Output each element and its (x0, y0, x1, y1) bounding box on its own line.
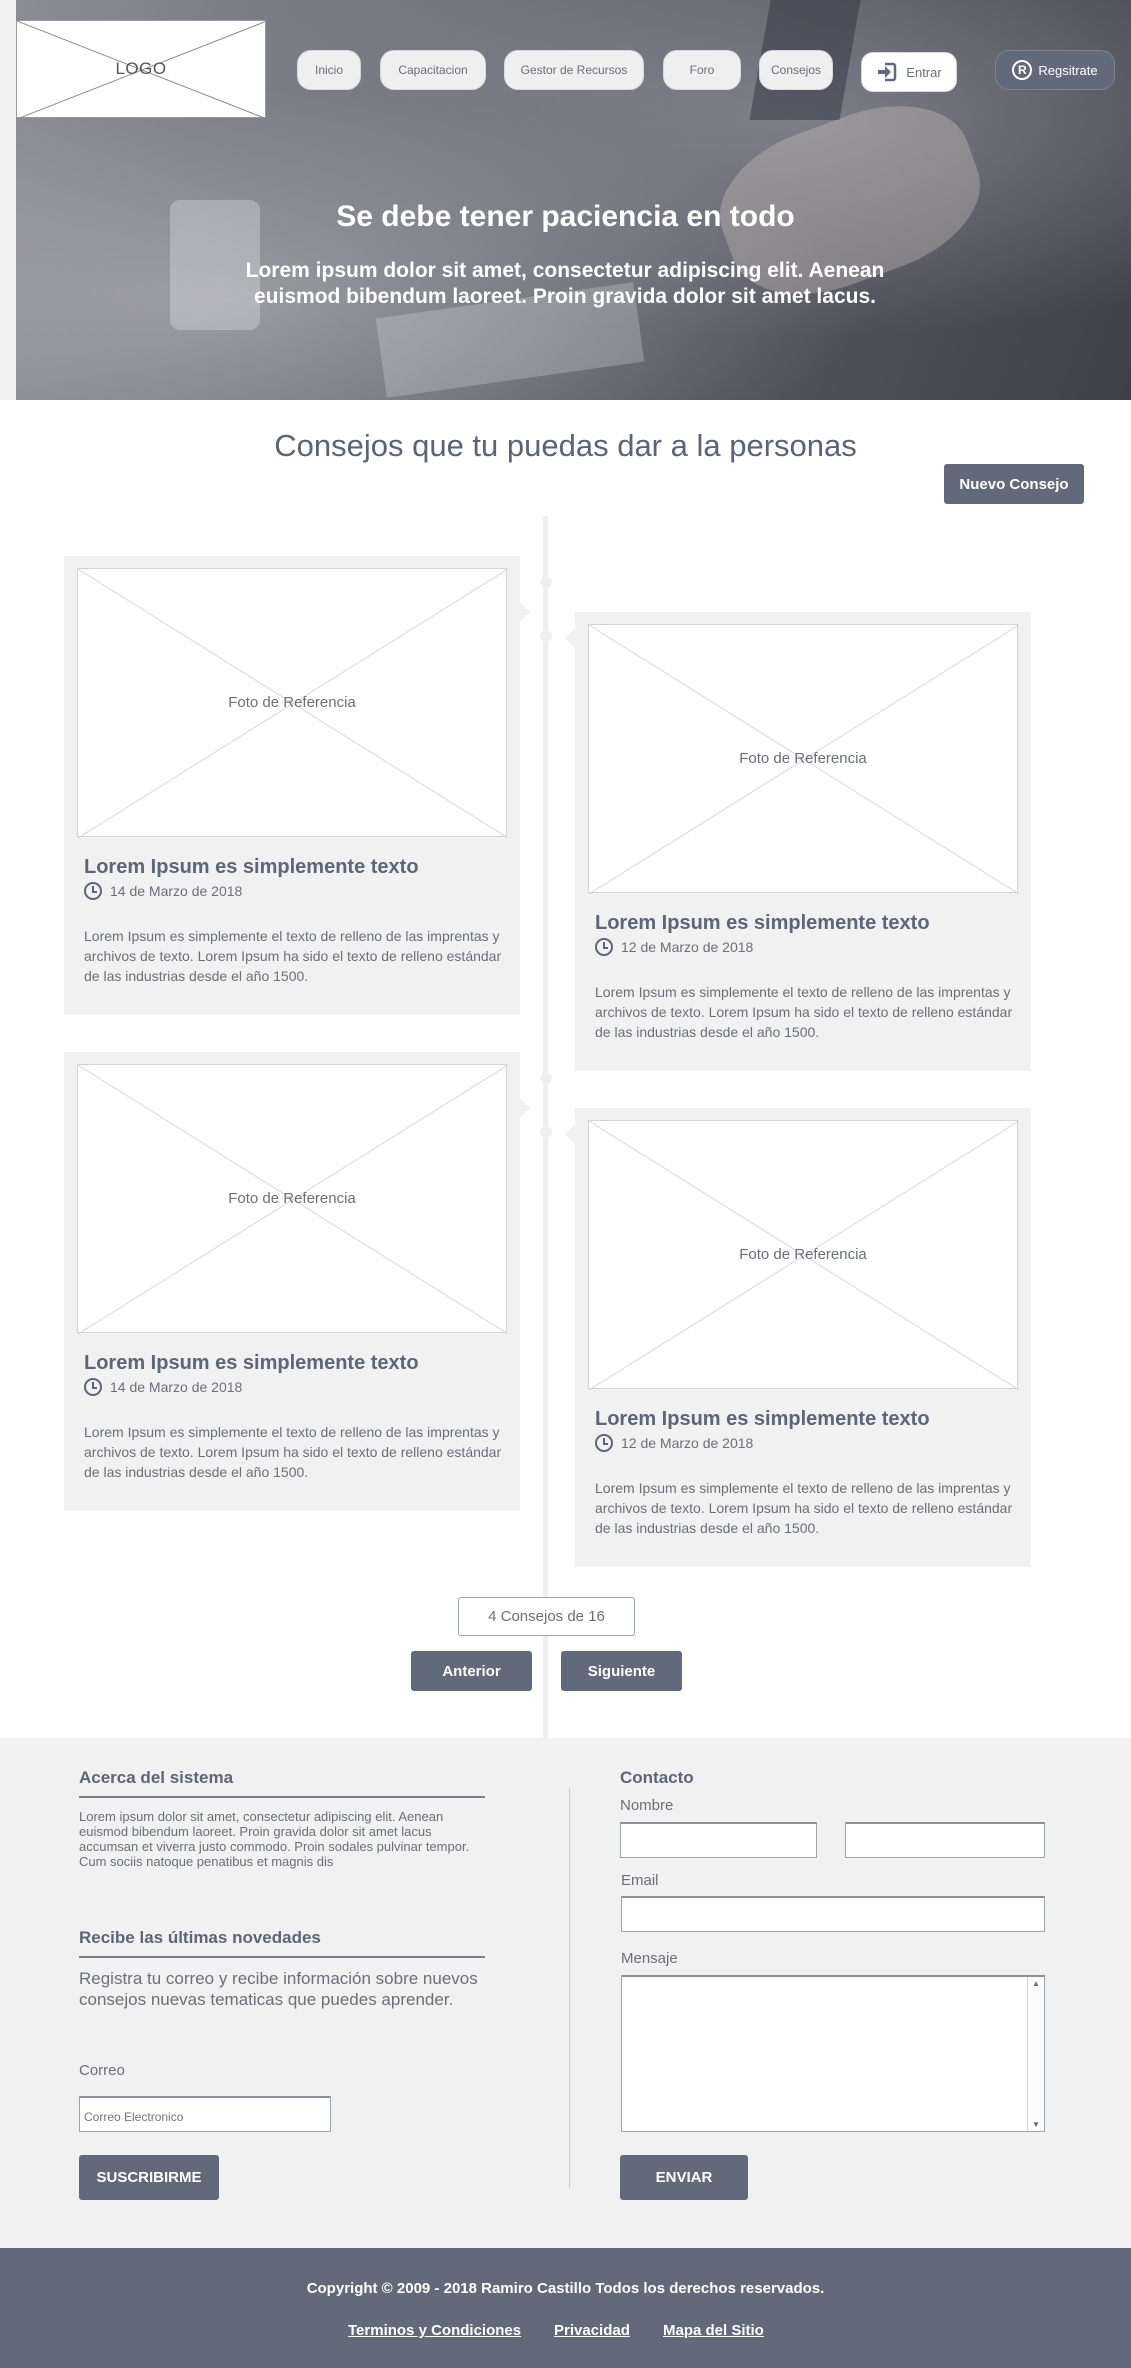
contact-heading: Contacto (620, 1768, 694, 1787)
tips-counter: 4 Consejos de 16 (458, 1597, 635, 1636)
tip-body: Lorem Ipsum es simplemente el texto de r… (595, 984, 1013, 1040)
tip-card[interactable]: Foto de Referencia Lorem Ipsum es simple… (64, 1052, 530, 1511)
terms-link[interactable]: Terminos y Condiciones (348, 2322, 521, 2339)
timeline-dot (540, 630, 552, 642)
tip-body: Lorem Ipsum es simplemente el texto de r… (595, 1480, 1013, 1536)
hero-title: Se debe tener paciencia en todo (336, 200, 795, 233)
contact-message-textarea[interactable]: ▲ ▼ (621, 1975, 1045, 2132)
card-pointer (565, 628, 575, 648)
nav-gestor-recursos[interactable]: Gestor de Recursos (504, 50, 644, 90)
contact-first-name-input[interactable] (620, 1822, 817, 1858)
tip-date: 14 de Marzo de 2018 (84, 1378, 242, 1396)
about-underline (79, 1796, 485, 1798)
subscribe-button[interactable]: SUSCRIBIRME (79, 2155, 219, 2200)
sitemap-link[interactable]: Mapa del Sitio (663, 2322, 764, 2339)
newsletter-underline (79, 1956, 485, 1958)
login-button[interactable]: Entrar (861, 52, 957, 92)
logo-text: LOGO (115, 59, 167, 78)
scroll-up-arrow-icon[interactable]: ▲ (1032, 1979, 1040, 1988)
column-divider (569, 1788, 570, 2188)
contact-email-label: Email (621, 1872, 659, 1889)
login-label: Entrar (906, 64, 942, 80)
tip-image-placeholder: Foto de Referencia (588, 1120, 1019, 1390)
newsletter-email-input[interactable] (79, 2096, 331, 2132)
nav-consejos[interactable]: Consejos (759, 50, 833, 90)
tip-body: Lorem Ipsum es simplemente el texto de r… (84, 928, 502, 984)
prev-button[interactable]: Anterior (411, 1651, 532, 1691)
tip-title[interactable]: Lorem Ipsum es simplemente texto (595, 1408, 930, 1431)
clock-icon (595, 1434, 613, 1452)
registered-icon: R (1012, 60, 1033, 80)
textarea-scrollbar[interactable]: ▲ ▼ (1027, 1977, 1044, 2131)
new-tip-button[interactable]: Nuevo Consejo (944, 464, 1084, 504)
nav-capacitacion[interactable]: Capacitacion (380, 50, 486, 90)
card-pointer (520, 602, 530, 622)
tip-image-placeholder: Foto de Referencia (588, 624, 1019, 894)
hero-banner: LOGO Inicio Capacitacion Gestor de Recur… (0, 0, 1131, 400)
send-button[interactable]: ENVIAR (620, 2155, 748, 2200)
newsletter-heading: Recibe las últimas novedades (79, 1928, 321, 1947)
timeline-dot (540, 1126, 552, 1138)
register-button[interactable]: R Regsitrate (995, 50, 1115, 90)
tips-section-title: Consejos que tu puedas dar a la personas (274, 428, 857, 463)
login-icon (878, 62, 897, 82)
card-pointer (565, 1124, 575, 1144)
tip-date-text: 12 de Marzo de 2018 (621, 1435, 754, 1451)
contact-name-label: Nombre (620, 1797, 674, 1814)
image-placeholder-label: Foto de Referencia (739, 750, 867, 767)
image-placeholder-label: Foto de Referencia (228, 1190, 356, 1207)
image-placeholder-label: Foto de Referencia (739, 1246, 867, 1263)
card-pointer (520, 1098, 530, 1118)
tip-image-placeholder: Foto de Referencia (77, 1064, 508, 1334)
clock-icon (595, 938, 613, 956)
tip-date-text: 14 de Marzo de 2018 (110, 1379, 243, 1395)
register-label: Regsitrate (1038, 62, 1098, 78)
tip-date: 14 de Marzo de 2018 (84, 882, 242, 900)
hero-subtitle: Lorem ipsum dolor sit amet, consectetur … (245, 259, 885, 308)
tip-date: 12 de Marzo de 2018 (595, 938, 753, 956)
tip-card[interactable]: Foto de Referencia Lorem Ipsum es simple… (565, 612, 1031, 1071)
tip-date-text: 14 de Marzo de 2018 (110, 883, 243, 899)
newsletter-text: Registra tu correo y recibe información … (79, 1969, 478, 2009)
tip-date-text: 12 de Marzo de 2018 (621, 939, 754, 955)
tip-card[interactable]: Foto de Referencia Lorem Ipsum es simple… (64, 556, 530, 1015)
tip-body: Lorem Ipsum es simplemente el texto de r… (84, 1424, 502, 1480)
privacy-link[interactable]: Privacidad (554, 2322, 630, 2339)
tip-title[interactable]: Lorem Ipsum es simplemente texto (84, 1352, 419, 1375)
logo[interactable]: LOGO (16, 20, 267, 119)
nav-foro[interactable]: Foro (663, 50, 741, 90)
nav-inicio[interactable]: Inicio (297, 50, 361, 90)
tip-card[interactable]: Foto de Referencia Lorem Ipsum es simple… (565, 1108, 1031, 1567)
about-heading: Acerca del sistema (79, 1768, 234, 1787)
about-text: Lorem ipsum dolor sit amet, consectetur … (79, 1809, 470, 1869)
copyright-text: Copyright © 2009 - 2018 Ramiro Castillo … (306, 2280, 825, 2297)
tip-image-placeholder: Foto de Referencia (77, 568, 508, 838)
tip-title[interactable]: Lorem Ipsum es simplemente texto (595, 912, 930, 935)
clock-icon (84, 882, 102, 900)
tip-title[interactable]: Lorem Ipsum es simplemente texto (84, 856, 419, 879)
contact-message-label: Mensaje (621, 1950, 678, 1967)
newsletter-email-label: Correo (79, 2062, 125, 2079)
clock-icon (84, 1378, 102, 1396)
timeline-dot (540, 576, 552, 588)
scroll-down-arrow-icon[interactable]: ▼ (1032, 2120, 1040, 2129)
contact-last-name-input[interactable] (845, 1822, 1045, 1858)
bottom-footer: Copyright © 2009 - 2018 Ramiro Castillo … (0, 2248, 1131, 2368)
contact-email-input[interactable] (621, 1896, 1045, 1932)
next-button[interactable]: Siguiente (561, 1651, 682, 1691)
image-placeholder-label: Foto de Referencia (228, 694, 356, 711)
timeline-dot (540, 1072, 552, 1084)
tip-date: 12 de Marzo de 2018 (595, 1434, 753, 1452)
